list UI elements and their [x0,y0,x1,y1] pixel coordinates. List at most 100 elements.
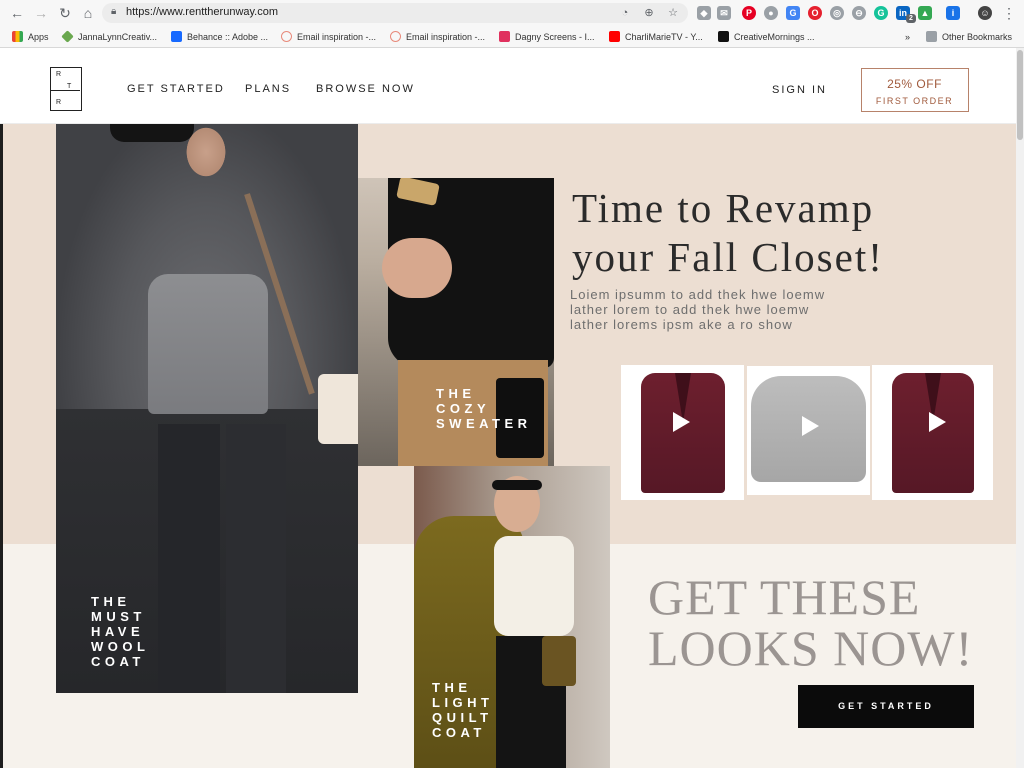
bookmark-label: Behance :: Adobe ... [187,32,269,42]
jeans [158,424,220,693]
behance-icon [171,31,182,42]
polka-dot-sweater [494,536,574,636]
play-icon[interactable] [802,416,819,436]
extension-badge: 2 [906,14,916,23]
quilt-coat-photo[interactable]: THE LIGHT QUILT COAT [414,466,610,768]
rtr-logo[interactable]: R T R [50,67,82,111]
logo-line [51,90,80,91]
bookmark-apps[interactable]: Apps [12,30,49,44]
extension-icon[interactable]: ⊖ [852,6,866,20]
bookmarks-bar: Apps JannaLynnCreativ... Behance :: Adob… [0,26,1024,48]
wool-coat-caption: THE MUST HAVE WOOL COAT [91,594,149,669]
hero-title-line: Time to Revamp [572,185,875,231]
bookmark-item[interactable]: Email inspiration -... [390,30,485,44]
bookmark-label: CreativeMornings ... [734,32,815,42]
hero-body-text: Loiem ipsumm to add thek hwe loemw lathe… [570,287,870,332]
hero-body-line: lather lorems ipsm ake a ro show [570,317,793,332]
bookmark-label: Email inspiration -... [406,32,486,42]
bookmark-star-icon[interactable]: ☆ [666,6,680,20]
speech-bubble-icon [718,31,729,42]
logo-letter: T [67,83,72,90]
reload-icon[interactable]: ↻ [56,4,74,22]
email-icon [281,31,292,42]
page-scrollbar[interactable] [1016,48,1024,768]
menu-dots-icon[interactable]: ⋮ [1000,4,1018,22]
cozy-sweater-photo[interactable]: THE COZY SWEATER [358,178,554,466]
page-edge [0,124,3,768]
product-video-coat[interactable] [621,365,744,500]
zoom-icon[interactable]: ⊕ [642,6,656,20]
bookmark-item[interactable]: CharliMarieTV - Y... [609,30,703,44]
play-icon[interactable] [673,412,690,432]
caption-line: COAT [91,654,145,669]
dropbox-icon[interactable]: ◆ [697,6,711,20]
site-settings-icon[interactable]: ◔ [618,6,632,20]
dribbble-icon [499,31,510,42]
get-started-button[interactable]: GET STARTED [798,685,974,728]
opera-icon[interactable]: O [808,6,822,20]
handbag [318,374,358,444]
diamond-icon [61,30,74,43]
logo-letter: R [56,99,62,106]
caption-line: QUILT [432,710,493,725]
chat-icon[interactable]: ● [764,6,778,20]
bookmark-label: Dagny Screens - I... [515,32,595,42]
bookmark-label: Other Bookmarks [942,32,1013,42]
promo-discount: 25% OFF [887,77,942,91]
home-icon[interactable]: ⌂ [79,4,97,22]
sunglasses [110,124,194,142]
browser-toolbar: ← → ↻ ⌂ 🔒︎ https://www.renttherunway.com… [0,0,1024,26]
wool-coat-photo[interactable]: THE MUST HAVE WOOL COAT [56,124,358,693]
youtube-icon [609,31,620,42]
lock-icon: 🔒︎ [111,6,117,17]
avatar[interactable]: ☺ [978,6,992,20]
apps-grid-icon [12,31,23,42]
bookmark-label: CharliMarieTV - Y... [625,32,703,42]
grammarly-icon[interactable]: G [874,6,888,20]
bookmark-label: Email inspiration -... [297,32,377,42]
back-arrow-icon[interactable]: ← [8,4,26,22]
caption-line: THE [91,594,131,609]
other-bookmarks[interactable]: Other Bookmarks [926,30,1012,44]
address-bar[interactable]: 🔒︎ https://www.renttherunway.com ◔ ⊕ ☆ [102,3,688,23]
mail-icon[interactable]: ✉ [717,6,731,20]
promo-button[interactable]: 25% OFF FIRST ORDER [861,68,969,112]
caption-line: COAT [432,725,486,740]
scrollbar-thumb[interactable] [1017,50,1023,140]
bookmark-item[interactable]: Dagny Screens - I... [499,30,595,44]
hero-title: Time to Revamp your Fall Closet! [572,184,884,282]
bookmark-label: JannaLynnCreativ... [78,32,158,42]
nav-browse-now[interactable]: BROWSE NOW [316,83,415,95]
more-bookmarks-icon[interactable]: » [905,30,910,44]
drive-icon[interactable]: ▲ [918,6,932,20]
caption-line: HAVE [91,624,145,639]
bookmark-item[interactable]: JannaLynnCreativ... [61,30,158,44]
nav-get-started[interactable]: GET STARTED [127,83,225,95]
info-icon[interactable]: i [946,6,960,20]
nav-plans[interactable]: PLANS [245,83,291,95]
address-url[interactable]: https://www.renttherunway.com [126,6,278,18]
jeans [226,424,286,693]
hero-body-line: lather lorem to add thek hwe loemw [570,302,810,317]
translate-icon[interactable]: G [786,6,800,20]
bookmark-item[interactable]: Email inspiration -... [281,30,376,44]
sign-in-link[interactable]: SIGN IN [772,84,827,96]
cta-title-line: GET THESE [648,569,921,625]
caption-line: WOOL [91,639,150,654]
product-video-coat[interactable] [872,365,993,500]
bookmark-item[interactable]: CreativeMornings ... [718,30,815,44]
product-video-sweater[interactable] [747,366,870,495]
forward-arrow-icon[interactable]: → [32,4,50,22]
cta-title: GET THESE LOOKS NOW! [648,572,973,674]
pinterest-icon[interactable]: P [742,6,756,20]
site-header: R T R GET STARTED PLANS BROWSE NOW SIGN … [0,48,1016,124]
headband [492,480,542,490]
extension-icon[interactable]: ◎ [830,6,844,20]
email-icon [390,31,401,42]
grey-shirt [148,274,268,414]
caption-line: THE [436,386,476,401]
olive-bag [542,636,576,686]
play-icon[interactable] [929,412,946,432]
promo-subtext: FIRST ORDER [875,96,954,106]
bookmark-item[interactable]: Behance :: Adobe ... [171,30,268,44]
